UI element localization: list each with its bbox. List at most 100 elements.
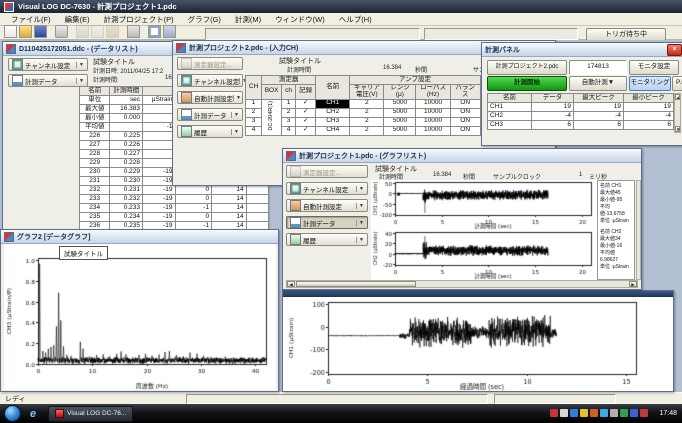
window-titlebar[interactable]: 計測パネル × <box>482 43 682 57</box>
window-titlebar[interactable]: 計測プロジェクト1.pdc - (グラフリスト) <box>283 149 641 163</box>
chevron-down-icon[interactable]: ▼ <box>356 186 366 192</box>
app-titlebar[interactable]: Visual LOG DC-7630 - 計測プロジェクト1.pdc <box>0 0 682 13</box>
sidebar-item-5[interactable]: 履歴▼ <box>177 125 243 138</box>
table-row[interactable]: 2350.234-19014 <box>80 213 269 222</box>
sample-clock-value: 1 <box>579 172 582 178</box>
tray-icon[interactable] <box>570 409 578 417</box>
monitoring-button[interactable]: モニタリング <box>629 76 671 91</box>
tray-icon[interactable] <box>640 409 648 417</box>
chevron-down-icon[interactable]: ▼ <box>233 95 243 101</box>
tray-icon[interactable] <box>580 409 588 417</box>
tray-icon[interactable] <box>590 409 598 417</box>
lock-icon[interactable] <box>55 25 68 38</box>
channel-name-cell[interactable]: CH4 <box>316 126 350 135</box>
chevron-down-icon[interactable]: ▼ <box>76 78 86 84</box>
window-titlebar[interactable]: グラフ2 [データグラフ] <box>1 230 278 244</box>
sidebar-item-2[interactable]: チャンネル設定▼ <box>286 182 368 195</box>
open-file-icon[interactable] <box>19 25 32 38</box>
sidebar-item-label: 計測データ <box>194 110 227 120</box>
chevron-down-icon[interactable]: ▼ <box>356 220 366 226</box>
taskbar-clock[interactable]: 17:48 <box>659 410 677 417</box>
table-cell: 19 <box>532 103 574 112</box>
record-check-cell[interactable]: ✓ <box>296 117 316 126</box>
horizontal-scrollbar[interactable]: ◀ ▶ <box>286 280 638 288</box>
window-titlebar[interactable] <box>283 291 673 297</box>
menu-item[interactable]: 計測(M) <box>228 13 268 26</box>
start-measure-button[interactable]: 計測開始 <box>487 76 567 91</box>
chevron-down-icon[interactable]: ▼ <box>231 129 241 135</box>
sidebar-item-3[interactable]: 自動計測設定▼ <box>177 91 243 104</box>
sidebar-item-4[interactable]: 計測データ ▼ <box>177 108 243 121</box>
scroll-up-button[interactable]: ▲ <box>675 94 680 100</box>
scroll-right-button[interactable]: ▶ <box>629 281 637 287</box>
sidebar-item-5[interactable]: 履歴▼ <box>286 233 368 246</box>
table-row[interactable]: 2340.233-19-114 <box>80 204 269 213</box>
table-cell: 0.233 <box>110 204 143 213</box>
table-row[interactable]: 2330.232-19014 <box>80 195 269 204</box>
sidebar-item-4[interactable]: 計測データ▼ <box>286 216 368 229</box>
channel-name-cell[interactable]: CH2 <box>316 108 350 117</box>
tray-icon[interactable] <box>600 409 608 417</box>
sidebar-item-1: 測定器設定... <box>177 57 243 70</box>
monitor-row[interactable]: CH2-4-4-4 <box>488 112 674 121</box>
trigger-status-indicator[interactable]: トリガ待ち中 <box>586 28 666 41</box>
start-button[interactable] <box>4 405 21 422</box>
menu-item[interactable]: ヘルプ(H) <box>332 13 379 26</box>
chevron-down-icon[interactable]: ▼ <box>356 237 366 243</box>
mdi-workspace: D110425172051.ddc - (データリスト) チャンネル設定▼計測デ… <box>0 40 682 392</box>
menu-item[interactable]: 編集(E) <box>58 13 97 26</box>
auto-measure-button[interactable]: 自動計測▼ <box>569 76 627 91</box>
window-save-icon[interactable] <box>163 25 176 38</box>
sidebar-item-2[interactable]: チャンネル設定▼ <box>177 74 243 87</box>
table-cell: 232 <box>80 186 110 195</box>
close-icon[interactable]: × <box>667 44 682 56</box>
table-cell: 229 <box>80 159 110 168</box>
table-cell: 0 <box>175 186 212 195</box>
new-file-icon[interactable] <box>4 25 17 38</box>
menu-item[interactable]: ファイル(F) <box>4 13 58 26</box>
sidebar-item-3[interactable]: 自動計測設定▼ <box>286 199 368 212</box>
window-tile-icon[interactable] <box>148 25 161 38</box>
column-header: 測定器 <box>262 76 316 85</box>
monitor-row[interactable]: CH3666 <box>488 121 674 130</box>
scroll-down-button[interactable]: ▼ <box>675 126 680 132</box>
pr-button[interactable]: P.R <box>672 76 682 91</box>
table-cell: 10000 <box>416 99 450 108</box>
channel-name-cell[interactable]: CH1 <box>316 99 350 108</box>
table-cell: 1 <box>282 99 296 108</box>
app-title: Visual LOG DC-7630 - 計測プロジェクト1.pdc <box>18 1 177 12</box>
tray-icon[interactable] <box>610 409 618 417</box>
tray-icon[interactable] <box>560 409 568 417</box>
channel-name-cell[interactable]: CH3 <box>316 117 350 126</box>
record-check-cell[interactable]: ✓ <box>296 108 316 117</box>
monitor-row[interactable]: CH1191919 <box>488 103 674 112</box>
tray-icon[interactable] <box>550 409 558 417</box>
table-cell: 5000 <box>384 99 416 108</box>
save-icon[interactable] <box>34 25 47 38</box>
table-row[interactable]: 2320.231-19014 <box>80 186 269 195</box>
taskbar-app-button[interactable]: Visual LOG DC-76... <box>48 406 133 422</box>
scroll-thumb[interactable] <box>296 281 416 287</box>
vertical-scrollbar[interactable] <box>636 180 641 280</box>
table-cell: CH2 <box>488 112 532 121</box>
menu-item[interactable]: ウィンドウ(W) <box>268 13 332 26</box>
chevron-down-icon[interactable]: ▼ <box>76 62 86 68</box>
browser-icon[interactable]: e <box>30 408 36 420</box>
table-cell: 4 <box>282 126 296 135</box>
sidebar-item-1[interactable]: チャンネル設定▼ <box>8 58 88 71</box>
record-check-cell[interactable]: ✓ <box>296 99 316 108</box>
print-icon[interactable] <box>127 25 140 38</box>
menu-item[interactable]: グラフ(G) <box>181 13 228 26</box>
chevron-down-icon[interactable]: ▼ <box>356 203 366 209</box>
sidebar-item-2[interactable]: 計測データ▼ <box>8 74 88 87</box>
menu-item[interactable]: 計測プロジェクト(P) <box>97 13 181 26</box>
record-check-cell[interactable]: ✓ <box>296 126 316 135</box>
chevron-down-icon[interactable]: ▼ <box>231 112 241 118</box>
tray-icon[interactable] <box>630 409 638 417</box>
vertical-scrollbar[interactable]: ▲ ▼ <box>674 93 681 133</box>
scroll-left-button[interactable]: ◀ <box>287 281 295 287</box>
monitor-settings-button[interactable]: モニタ設定 <box>629 60 679 75</box>
tray-icon[interactable] <box>620 409 628 417</box>
project-select-button[interactable]: 計測プロジェクト2.pdc <box>487 60 567 75</box>
graph-icon <box>4 232 14 242</box>
